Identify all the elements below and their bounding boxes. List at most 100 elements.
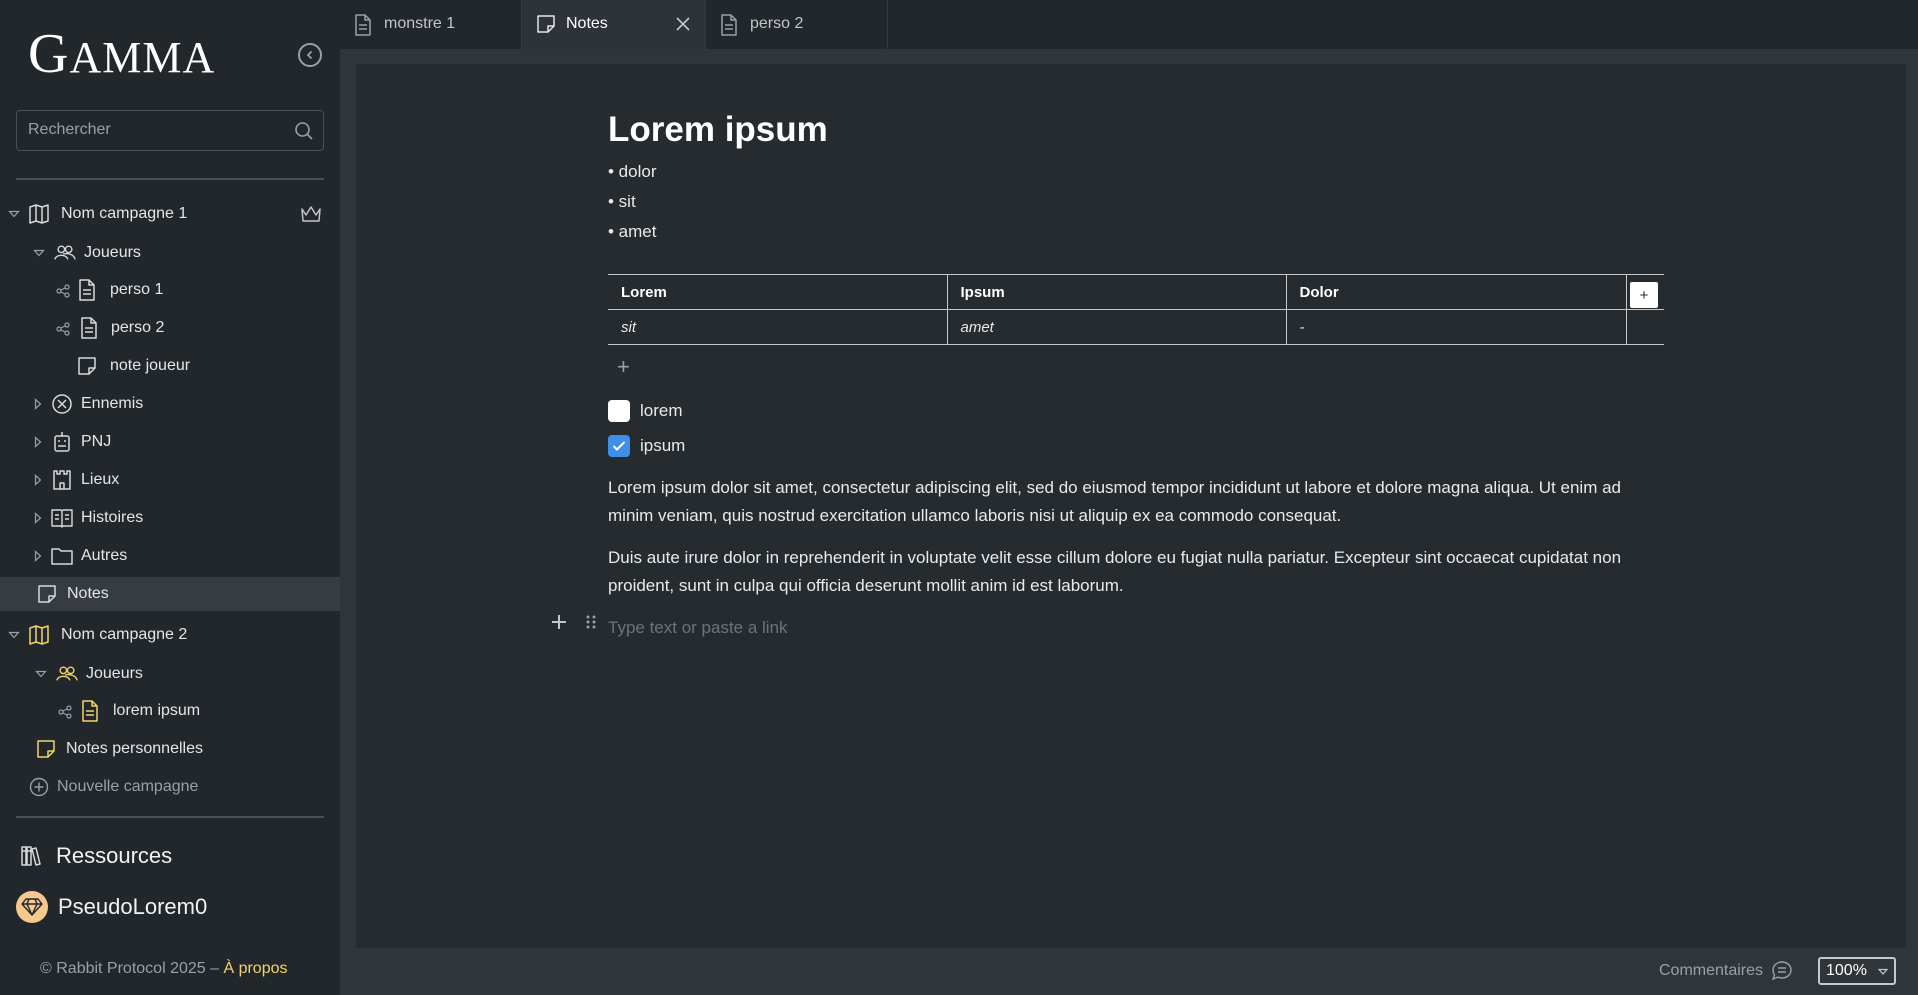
tree-group-autres[interactable]: Autres bbox=[0, 539, 340, 573]
tab-perso-2[interactable]: perso 2 bbox=[706, 0, 888, 49]
close-icon[interactable] bbox=[675, 16, 691, 32]
resources-link[interactable]: Ressources bbox=[20, 843, 172, 869]
paragraph[interactable]: Lorem ipsum dolor sit amet, consectetur … bbox=[608, 474, 1668, 530]
collapse-sidebar-button[interactable] bbox=[298, 43, 322, 67]
tree-group-label: PNJ bbox=[81, 433, 112, 450]
table-header-cell[interactable]: Ipsum bbox=[947, 274, 1287, 310]
tree-item-label: Notes bbox=[67, 585, 109, 602]
tab-label: Notes bbox=[566, 15, 608, 32]
tab-notes[interactable]: Notes bbox=[522, 0, 706, 49]
tree-group-histoires[interactable]: Histoires bbox=[0, 501, 340, 535]
checkbox-item[interactable]: lorem bbox=[608, 400, 683, 422]
checkbox-label: ipsum bbox=[640, 436, 686, 455]
document-title[interactable]: Lorem ipsum bbox=[608, 110, 828, 150]
caret-right-icon[interactable] bbox=[31, 473, 45, 487]
caret-down-icon[interactable] bbox=[7, 628, 21, 642]
note-icon bbox=[537, 15, 555, 33]
footer-text: © Rabbit Protocol 2025 – bbox=[40, 960, 224, 977]
block-tools bbox=[551, 614, 597, 630]
tree-item-label: note joueur bbox=[110, 357, 191, 374]
tab-label: perso 2 bbox=[750, 15, 804, 32]
note-icon bbox=[76, 355, 98, 377]
footer: © Rabbit Protocol 2025 – À propos bbox=[40, 960, 288, 978]
checkbox-checked[interactable] bbox=[608, 435, 630, 457]
list-item[interactable]: • dolor bbox=[608, 162, 656, 182]
players-label: Joueurs bbox=[86, 665, 143, 682]
tree-group-label: Ennemis bbox=[81, 395, 144, 412]
tree-item-notes[interactable]: Notes bbox=[0, 577, 340, 611]
map-icon bbox=[28, 624, 50, 646]
tree-group-label: Autres bbox=[81, 547, 128, 564]
caret-down-icon[interactable] bbox=[34, 667, 48, 681]
add-row-button[interactable]: + bbox=[617, 354, 630, 380]
castle-icon bbox=[51, 469, 73, 491]
tree-campaign-1[interactable]: Nom campagne 1 bbox=[0, 197, 340, 231]
tree-item-perso-1[interactable]: perso 1 bbox=[0, 273, 340, 307]
about-link[interactable]: À propos bbox=[223, 960, 287, 977]
table-header-cell[interactable]: Dolor bbox=[1286, 274, 1627, 310]
search-icon[interactable] bbox=[294, 121, 314, 141]
tree-item-label: perso 1 bbox=[110, 281, 164, 298]
search-input[interactable] bbox=[28, 121, 278, 139]
document-icon bbox=[78, 317, 100, 339]
tree-group-label: Histoires bbox=[81, 509, 144, 526]
tree-item-label: Notes personnelles bbox=[66, 740, 203, 757]
tree-item-perso-2[interactable]: perso 2 bbox=[0, 311, 340, 345]
table-cell[interactable]: sit bbox=[608, 309, 948, 345]
table-cell[interactable]: amet bbox=[947, 309, 1287, 345]
document-icon bbox=[721, 14, 737, 36]
tree-group-ennemis[interactable]: Ennemis bbox=[0, 387, 340, 421]
tree-item-note-joueur[interactable]: note joueur bbox=[0, 349, 340, 383]
tab-label: monstre 1 bbox=[384, 15, 456, 32]
document-table: Lorem Ipsum Dolor sit amet - bbox=[608, 274, 1664, 345]
document-icon bbox=[355, 14, 371, 36]
tree-players-1[interactable]: Joueurs bbox=[0, 236, 340, 270]
tree-item-lorem-ipsum[interactable]: lorem ipsum bbox=[0, 694, 340, 728]
users-icon bbox=[54, 242, 76, 264]
editor-input-placeholder[interactable]: Type text or paste a link bbox=[608, 618, 788, 638]
comments-toggle[interactable]: Commentaires bbox=[1659, 960, 1793, 982]
tree-group-lieux[interactable]: Lieux bbox=[0, 463, 340, 497]
robot-icon bbox=[51, 431, 73, 453]
app-logo[interactable]: GAMMA bbox=[28, 22, 215, 86]
tree-players-2[interactable]: Joueurs bbox=[0, 657, 340, 691]
caret-right-icon[interactable] bbox=[31, 397, 45, 411]
tree-campaign-2[interactable]: Nom campagne 2 bbox=[0, 618, 340, 652]
share-icon[interactable] bbox=[52, 280, 74, 302]
chevron-down-icon bbox=[1878, 968, 1888, 975]
share-icon[interactable] bbox=[54, 701, 76, 723]
paragraph[interactable]: Duis aute irure dolor in reprehenderit i… bbox=[608, 544, 1668, 600]
sidebar-divider bbox=[16, 178, 324, 180]
table-header-cell[interactable]: Lorem bbox=[608, 274, 948, 310]
note-icon bbox=[35, 738, 57, 760]
plus-icon[interactable] bbox=[551, 614, 567, 630]
user-profile[interactable]: PseudoLorem0 bbox=[16, 891, 207, 923]
zoom-select[interactable]: 100% bbox=[1818, 957, 1896, 985]
drag-handle-icon[interactable] bbox=[585, 614, 597, 630]
checkbox-unchecked[interactable] bbox=[608, 400, 630, 422]
checkbox-item[interactable]: ipsum bbox=[608, 435, 685, 457]
users-icon bbox=[56, 663, 78, 685]
list-item[interactable]: • amet bbox=[608, 222, 656, 242]
sidebar-divider bbox=[16, 816, 324, 818]
caret-down-icon[interactable] bbox=[7, 207, 21, 221]
tree-group-pnj[interactable]: PNJ bbox=[0, 425, 340, 459]
players-label: Joueurs bbox=[84, 244, 141, 261]
tab-monstre-1[interactable]: monstre 1 bbox=[340, 0, 522, 49]
tree-item-personal-notes[interactable]: Notes personnelles bbox=[0, 732, 340, 766]
caret-right-icon[interactable] bbox=[31, 435, 45, 449]
table-cell[interactable]: - bbox=[1286, 309, 1627, 345]
table-cell-empty bbox=[1626, 309, 1664, 345]
table-row: sit amet - bbox=[608, 309, 1664, 345]
caret-right-icon[interactable] bbox=[31, 549, 45, 563]
zoom-value: 100% bbox=[1826, 962, 1867, 979]
new-campaign-button[interactable]: Nouvelle campagne bbox=[0, 770, 340, 804]
tree-item-label: lorem ipsum bbox=[113, 702, 201, 719]
share-icon[interactable] bbox=[52, 318, 74, 340]
add-column-button[interactable]: + bbox=[1630, 282, 1658, 308]
document-icon bbox=[76, 279, 98, 301]
note-icon bbox=[36, 583, 58, 605]
caret-down-icon[interactable] bbox=[32, 246, 46, 260]
list-item[interactable]: • sit bbox=[608, 192, 636, 212]
caret-right-icon[interactable] bbox=[31, 511, 45, 525]
